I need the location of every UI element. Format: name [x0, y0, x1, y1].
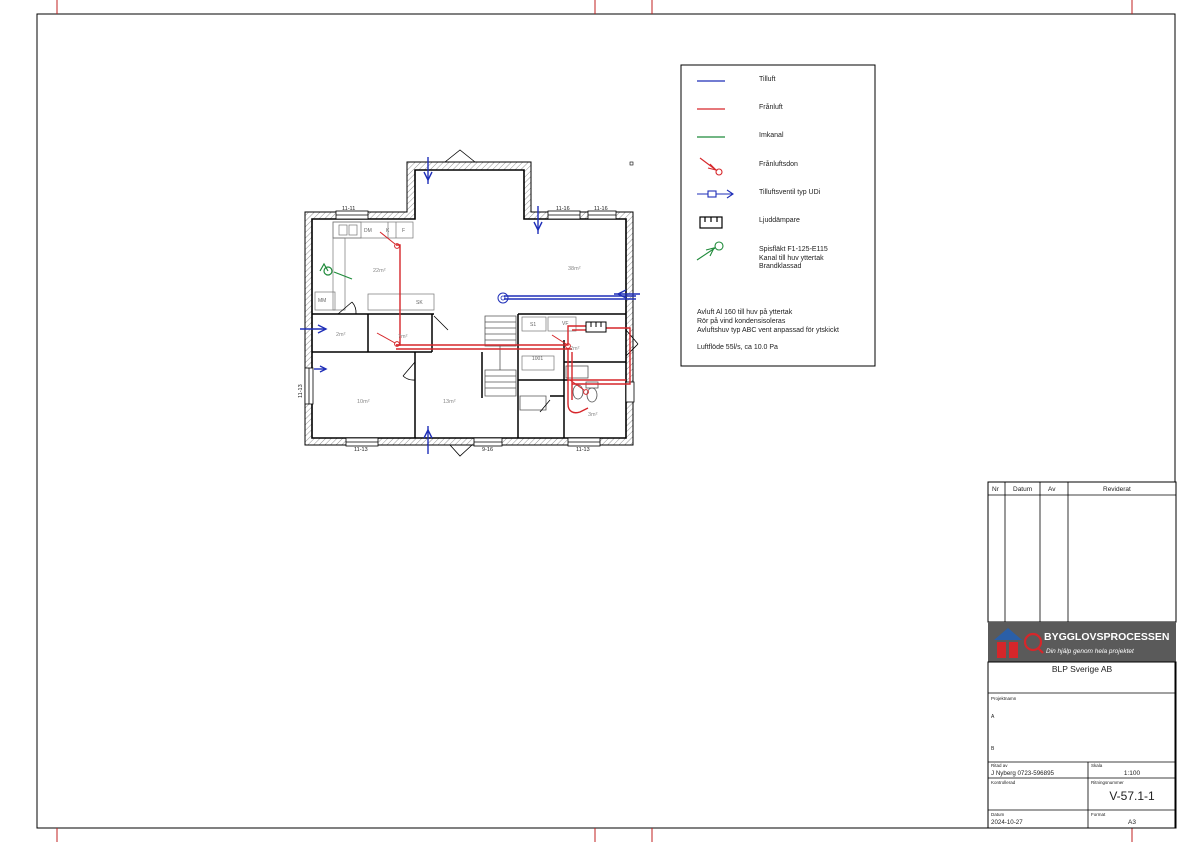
svg-text:Frånluft: Frånluft	[759, 103, 783, 111]
sheet-frame	[36, 0, 1176, 842]
format-label: Format	[1091, 812, 1106, 817]
window-label: 11-11	[342, 206, 355, 212]
room-area-small: 2m²	[336, 332, 346, 338]
room-area-bedroom-2: 13m²	[443, 399, 456, 405]
scale-label: Skala	[1091, 763, 1103, 768]
revision-header-nr: Nr	[992, 486, 1000, 493]
exhaust-diffuser-kitchen	[379, 231, 400, 249]
room-area-room-b: 7m²	[398, 334, 408, 340]
project-name-label: Projektnamn	[991, 696, 1017, 701]
window-label: 11-16	[594, 206, 608, 212]
svg-text:Frånluftsdon: Frånluftsdon	[759, 160, 798, 168]
fixture-label: VF	[562, 321, 568, 327]
row-b-label: B	[991, 746, 995, 752]
drawing-number: V-57.1-1	[1109, 789, 1155, 803]
svg-text:Ljuddämpare: Ljuddämpare	[759, 217, 800, 224]
doors	[337, 149, 639, 457]
legend-flow-note: Luftflöde 55l/s, ca 10.0 Pa	[697, 344, 778, 351]
fixture-label: S1	[530, 322, 536, 328]
svg-text:Spisfläkt F1-125-E115: Spisfläkt F1-125-E115	[759, 246, 828, 253]
silencer-icon	[699, 216, 723, 229]
window-label: 11-13	[354, 447, 368, 453]
window-label: 11-16	[556, 206, 570, 212]
fixture-label: F	[402, 228, 405, 234]
drawn-by-value: J Nyberg 0723-596895	[991, 770, 1055, 777]
ventilation-drawing-sheet: 11-11 11-16 11-16 11-13 9-16 11-13 11-13…	[36, 0, 1177, 842]
svg-text:Brandklassad: Brandklassad	[759, 263, 802, 270]
date-label: Datum	[991, 812, 1005, 817]
hood-fan-symbol	[319, 262, 353, 280]
room-area-living: 38m²	[568, 266, 581, 272]
revision-table: Nr Datum Av Reviderat	[987, 481, 1177, 623]
floor-plan: 11-11 11-16 11-16 11-13 9-16 11-13 11-13…	[298, 149, 640, 457]
company-name: BLP Sverige AB	[1052, 664, 1113, 674]
reference-mark	[629, 161, 634, 166]
fixture-label: DM	[364, 228, 372, 234]
window-label: 11-13	[298, 384, 304, 398]
supply-valve-west-2	[314, 365, 328, 373]
drawn-by-label: Ritad av	[991, 763, 1008, 768]
svg-text:Imkanal: Imkanal	[759, 132, 784, 139]
legend-note: Avluftshuv typ ABC vent anpassad för yts…	[697, 327, 839, 334]
format-value: A3	[1128, 819, 1136, 826]
supply-valve-west	[300, 324, 328, 334]
fixture-label: 1001	[532, 356, 543, 362]
revision-header-reviderat: Reviderat	[1103, 486, 1131, 493]
brand-tagline: Din hjälp genom hela projektet	[1046, 648, 1135, 655]
legend-note: Rör på vind kondensisoleras	[697, 317, 786, 325]
fixture-label: SK	[416, 300, 423, 306]
drawing-number-label: Ritningsnummer	[1091, 780, 1124, 785]
windows	[304, 210, 635, 447]
row-a-label: A	[991, 714, 995, 720]
scale-value: 1:100	[1124, 770, 1141, 777]
legend-note: Avluft Al 160 till huv på yttertak	[697, 308, 793, 316]
exterior-wall	[304, 161, 634, 446]
date-value: 2024-10-27	[991, 819, 1023, 826]
company-logo: BYGGLOVSPROCESSEN Din hjälp genom hela p…	[988, 622, 1176, 662]
svg-text:Tilluftsventil typ UDi: Tilluftsventil typ UDi	[759, 189, 821, 196]
checked-by-label: Kontrollerad	[991, 780, 1016, 785]
revision-header-av: Av	[1048, 486, 1056, 493]
room-area-bath: 3m²	[588, 412, 598, 418]
interior-walls	[312, 313, 626, 438]
svg-text:Tilluft: Tilluft	[759, 76, 776, 83]
silencer-symbol	[585, 321, 607, 333]
supply-valve-north-east	[533, 206, 543, 234]
room-area-kitchen: 22m²	[373, 268, 386, 274]
room-area-bedroom-1: 10m²	[357, 399, 370, 405]
fixture-label: K	[386, 228, 390, 234]
window-label: 11-13	[576, 447, 590, 453]
staircase	[484, 315, 547, 411]
title-block: Projektnamn A B Ritad av J Nyberg 0723-5…	[987, 661, 1177, 829]
room-area-hall: 2m²	[570, 346, 580, 352]
legend: Tilluft Frånluft Imkanal Frånluftsdon Ti	[680, 64, 876, 367]
supply-valves	[300, 157, 640, 454]
fixture-label: MM	[318, 298, 326, 304]
window-label: 9-16	[482, 447, 493, 453]
revision-header-datum: Datum	[1013, 486, 1032, 493]
brand-name: BYGGLOVSPROCESSEN	[1044, 631, 1169, 643]
svg-text:Kanal till huv yttertak: Kanal till huv yttertak	[759, 255, 824, 262]
